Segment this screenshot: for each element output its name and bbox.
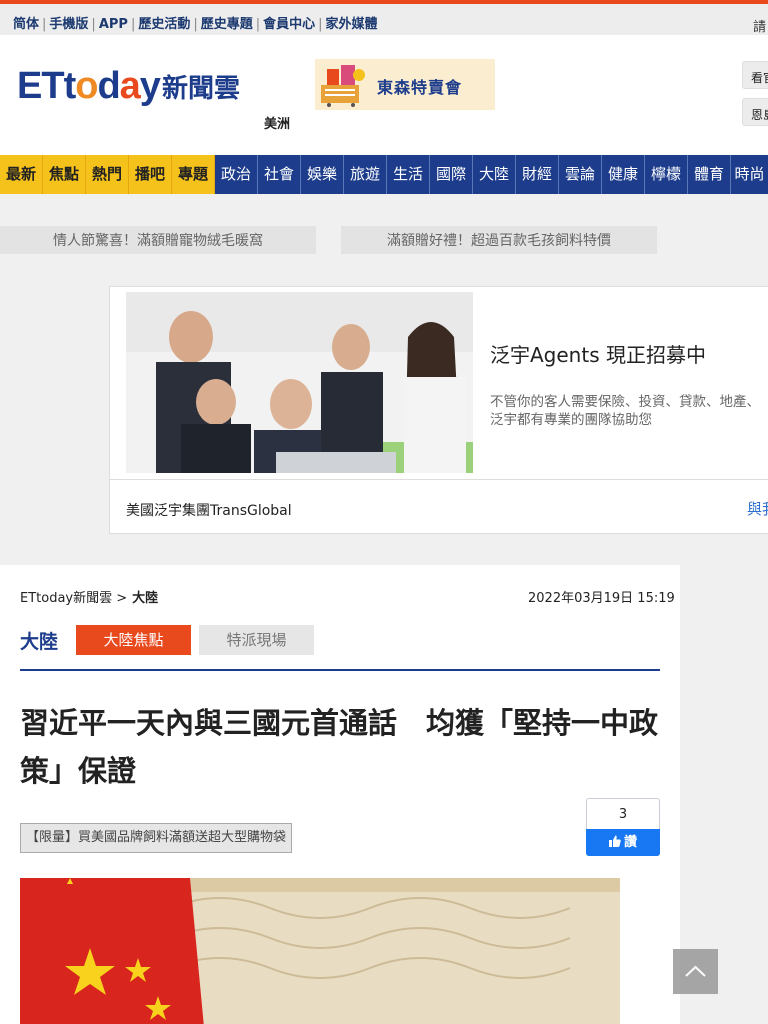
- ad-photo: [126, 292, 473, 473]
- link-mobile[interactable]: 手機版: [49, 17, 88, 32]
- article-main-photo: [20, 878, 620, 1024]
- nav-item-finance[interactable]: 財經: [516, 155, 559, 194]
- ad-contact-link[interactable]: 與我: [747, 498, 768, 519]
- main-nav: 最新 焦點 熱門 播吧 專題 政治 社會 娛樂 旅遊 生活 國際 大陸 財經 雲…: [0, 155, 768, 194]
- nav-item-mainland[interactable]: 大陸: [473, 155, 516, 194]
- promo-strip-2[interactable]: 滿額贈好禮！超過百款毛孩飼料特價: [341, 226, 657, 254]
- back-to-top-button[interactable]: [673, 949, 718, 994]
- ad-divider: [110, 479, 768, 480]
- nav-item-popular[interactable]: 熱門: [86, 155, 129, 194]
- like-label: 讚: [623, 835, 637, 850]
- shopping-banner[interactable]: 東森特賣會: [315, 59, 495, 110]
- utility-links: 简体 | 手機版 | APP | 歷史活動 | 歷史專題 | 會員中心 | 家外媒體: [13, 17, 378, 32]
- business-team-image: [126, 292, 473, 473]
- breadcrumb: ETtoday新聞雲 > 大陸: [20, 587, 158, 606]
- article-photo-image: [20, 878, 620, 1024]
- ad-title: 泛宇Agents 現正招募中: [490, 343, 706, 367]
- logo-wordmark: ETtoday: [17, 65, 161, 107]
- nav-item-entertainment[interactable]: 娛樂: [301, 155, 344, 194]
- facebook-like-widget: 3 讚: [586, 798, 660, 856]
- nav-item-fashion[interactable]: 時尚: [731, 155, 768, 194]
- nav-item-focus[interactable]: 焦點: [43, 155, 86, 194]
- site-header: ETtoday新聞雲 美洲 東森特賣會 看官 恩島: [0, 35, 768, 155]
- like-count: 3: [618, 807, 628, 822]
- nav-item-opinion[interactable]: 雲論: [559, 155, 602, 194]
- side-button-island[interactable]: 恩島: [742, 98, 768, 126]
- section-divider: [20, 669, 660, 671]
- nav-item-lemon[interactable]: 檸檬: [645, 155, 688, 194]
- breadcrumb-home[interactable]: ETtoday新聞雲 >: [20, 591, 127, 606]
- ad-description-line-1: 不管你的客人需要保險、投資、貸款、地產、: [490, 394, 760, 410]
- nav-item-life[interactable]: 生活: [387, 155, 430, 194]
- shopping-basket-icon: [321, 65, 365, 107]
- chevron-up-icon: [685, 965, 706, 977]
- region-label: 美洲: [264, 117, 291, 132]
- nav-item-health[interactable]: 健康: [602, 155, 645, 194]
- ad-sponsor-name: 美國泛宇集團TransGlobal: [126, 503, 292, 519]
- nav-item-sports[interactable]: 體育: [688, 155, 731, 194]
- banner-text: 東森特賣會: [377, 78, 463, 97]
- tab-mainland-focus[interactable]: 大陸焦點: [76, 625, 191, 655]
- ad-description: 不管你的客人需要保險、投資、貸款、地產、 泛宇都有專業的團隊協助您: [490, 393, 760, 429]
- link-past-topics[interactable]: 歷史專題: [201, 17, 253, 32]
- section-title[interactable]: 大陸: [20, 627, 58, 654]
- promo-strip-1[interactable]: 情人節驚喜！滿額贈寵物絨毛暖窩: [0, 226, 316, 254]
- link-member-center[interactable]: 會員中心: [263, 17, 315, 32]
- nav-item-international[interactable]: 國際: [430, 155, 473, 194]
- article-headline: 習近平一天內與三國元首通話 均獲「堅持一中政策」保證: [20, 706, 659, 788]
- nav-item-politics[interactable]: 政治: [215, 155, 258, 194]
- link-simplified[interactable]: 简体: [13, 17, 39, 32]
- nav-item-video[interactable]: 播吧: [129, 155, 172, 194]
- tab-special-report[interactable]: 特派現場: [199, 625, 314, 655]
- breadcrumb-section[interactable]: 大陸: [132, 591, 158, 606]
- article-container: ETtoday新聞雲 > 大陸 2022年03月19日 15:19 大陸 大陸焦點…: [0, 565, 680, 1024]
- like-button[interactable]: 讚: [586, 829, 660, 856]
- utility-bar: 简体 | 手機版 | APP | 歷史活動 | 歷史專題 | 會員中心 | 家外媒體 請: [0, 4, 768, 35]
- logo-chinese: 新聞雲: [161, 74, 240, 104]
- side-button-watch[interactable]: 看官: [742, 61, 768, 89]
- nav-item-latest[interactable]: 最新: [0, 155, 43, 194]
- site-logo[interactable]: ETtoday新聞雲: [17, 65, 240, 107]
- article-date: 2022年03月19日 15:19: [528, 591, 675, 606]
- link-outdoor-media[interactable]: 家外媒體: [326, 17, 378, 32]
- promo-tag-link[interactable]: 【限量】買美國品牌飼料滿額送超大型購物袋: [20, 823, 293, 853]
- sponsored-ad-card[interactable]: 泛宇Agents 現正招募中 不管你的客人需要保險、投資、貸款、地產、 泛宇都有…: [109, 286, 768, 534]
- link-app[interactable]: APP: [99, 17, 128, 32]
- login-link[interactable]: 請: [753, 16, 766, 35]
- nav-item-travel[interactable]: 旅遊: [344, 155, 387, 194]
- ad-description-line-2: 泛宇都有專業的團隊協助您: [490, 412, 652, 428]
- link-past-events[interactable]: 歷史活動: [138, 17, 190, 32]
- thumbs-up-icon: [608, 835, 621, 847]
- nav-item-society[interactable]: 社會: [258, 155, 301, 194]
- nav-item-topics[interactable]: 專題: [172, 155, 215, 194]
